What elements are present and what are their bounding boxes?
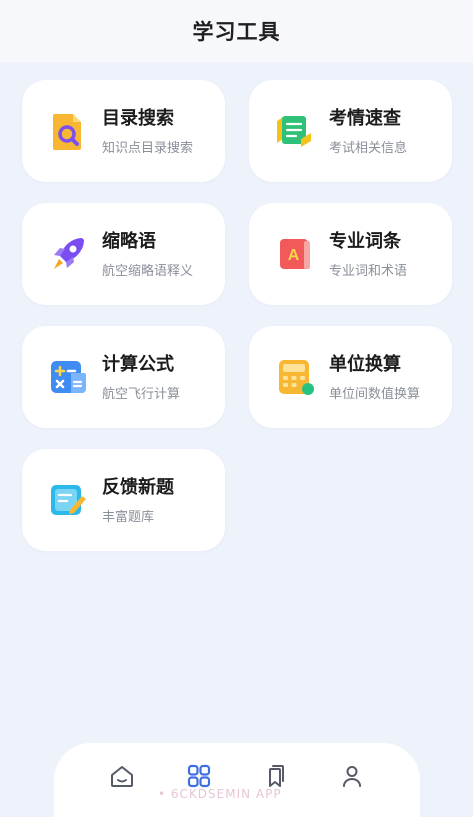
tool-card-abbreviations[interactable]: 缩略语 航空缩略语释义 xyxy=(22,203,225,305)
tool-card-terminology[interactable]: A 专业词条 专业词和术语 xyxy=(249,203,452,305)
tool-subtitle: 航空飞行计算 xyxy=(102,386,181,402)
tool-card-catalog-search[interactable]: 目录搜索 知识点目录搜索 xyxy=(22,80,225,182)
user-icon xyxy=(342,766,361,787)
dictionary-icon: A xyxy=(273,232,317,276)
watermark-text: • 6CKDSEMIN APP xyxy=(158,787,282,801)
tab-home[interactable] xyxy=(102,756,142,796)
search-document-icon xyxy=(46,109,90,153)
tool-card-feedback[interactable]: 反馈新题 丰富题库 xyxy=(22,449,225,551)
tool-title: 考情速查 xyxy=(329,107,401,129)
tool-subtitle: 知识点目录搜索 xyxy=(102,140,194,156)
page-header: 学习工具 xyxy=(0,0,473,62)
page-title: 学习工具 xyxy=(192,20,281,44)
svg-text:A: A xyxy=(288,247,300,264)
bottom-tab-bar xyxy=(54,743,420,817)
tab-profile[interactable] xyxy=(332,756,372,796)
exam-info-icon xyxy=(273,109,317,153)
tool-title: 专业词条 xyxy=(329,230,401,252)
grid-icon xyxy=(187,764,210,788)
tools-grid: 目录搜索 知识点目录搜索 考情速查 考试相关信息 缩略语 航空缩略语释义 A 专… xyxy=(22,80,452,551)
tool-subtitle: 考试相关信息 xyxy=(329,140,408,156)
tool-title: 单位换算 xyxy=(329,353,401,375)
tool-title: 计算公式 xyxy=(102,353,174,375)
calculator-icon xyxy=(273,355,317,399)
tool-subtitle: 丰富题库 xyxy=(102,509,155,525)
tool-title: 目录搜索 xyxy=(102,107,174,129)
tool-card-formulas[interactable]: 计算公式 航空飞行计算 xyxy=(22,326,225,428)
tool-subtitle: 单位间数值换算 xyxy=(329,386,421,402)
formula-icon xyxy=(46,355,90,399)
bookmark-icon xyxy=(269,765,285,787)
tool-card-unit-conversion[interactable]: 单位换算 单位间数值换算 xyxy=(249,326,452,428)
feedback-edit-icon xyxy=(46,478,90,522)
tool-subtitle: 航空缩略语释义 xyxy=(102,263,194,279)
rocket-icon xyxy=(46,232,90,276)
home-icon xyxy=(111,766,134,787)
tool-subtitle: 专业词和术语 xyxy=(329,263,408,279)
tool-title: 缩略语 xyxy=(102,230,156,252)
tool-card-exam-info[interactable]: 考情速查 考试相关信息 xyxy=(249,80,452,182)
tool-title: 反馈新题 xyxy=(102,476,174,498)
